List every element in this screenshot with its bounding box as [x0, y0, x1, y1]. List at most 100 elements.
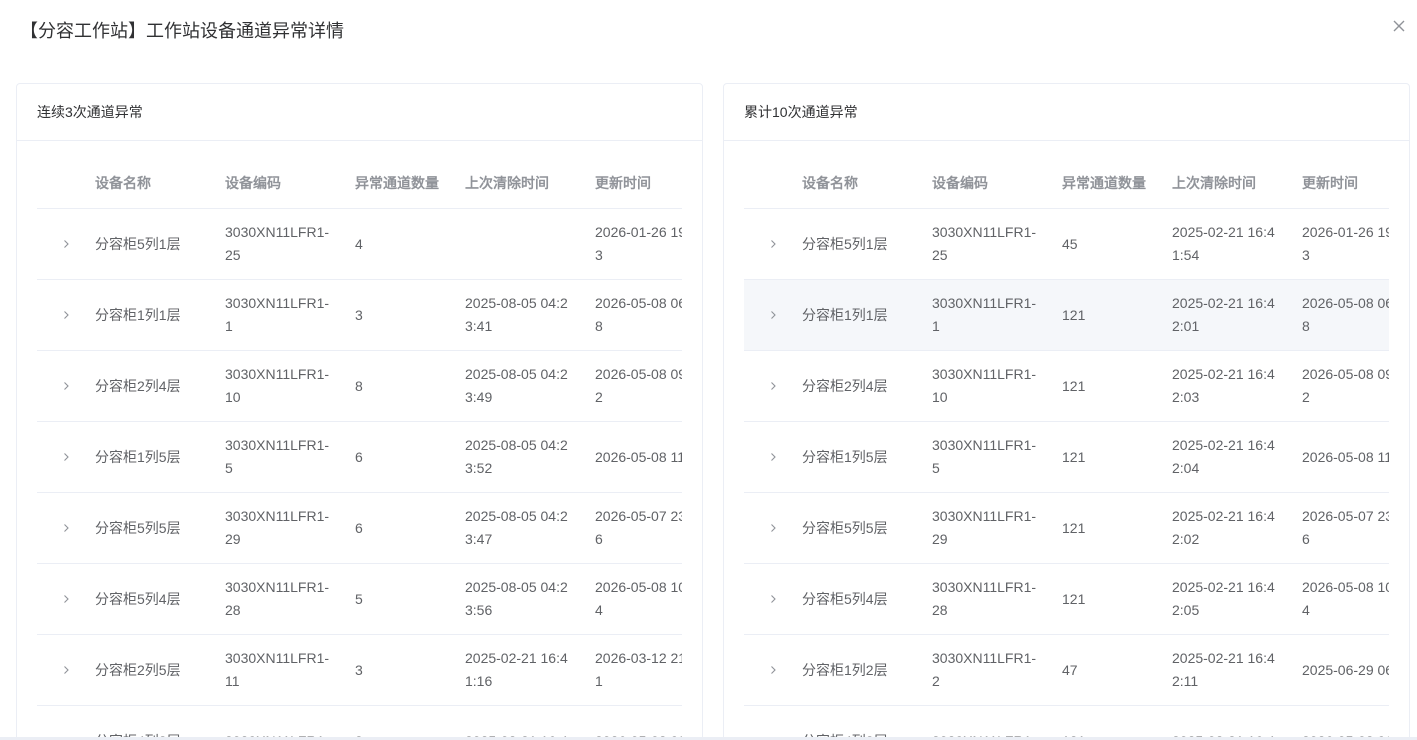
cell-updated: 2026-05-08 09 2 — [595, 366, 682, 405]
table-body: 分容柜5列1层 3030XN11LFR1- 25 4 2026-01-26 19 3 分容柜… — [37, 209, 682, 740]
cell-count: 3 — [355, 661, 363, 678]
cell-cleared: 2025-02-21 16:4 1:54 — [1172, 224, 1275, 263]
cell-updated: 2026-01-26 19 3 — [1302, 224, 1389, 263]
table-body: 分容柜5列1层 3030XN11LFR1- 25 45 2025-02-21 16:4 1… — [744, 209, 1389, 740]
cell-code: 3030XN11LFR1- 2 — [932, 650, 1037, 689]
cell-name: 分容柜2列4层 — [802, 377, 888, 394]
cell-name: 分容柜5列4层 — [95, 590, 181, 607]
cell-count: 121 — [1062, 448, 1086, 465]
table-row[interactable]: 分容柜5列1层 3030XN11LFR1- 25 4 2026-01-26 19 3 — [37, 209, 682, 280]
table-row[interactable]: 分容柜5列4层 3030XN11LFR1- 28 5 2025-08-05 04:2 3:… — [37, 564, 682, 635]
panel-title: 累计10次通道异常 — [744, 104, 858, 120]
chevron-right-icon[interactable] — [37, 280, 95, 351]
cell-count: 121 — [1062, 306, 1086, 323]
expand-cell — [744, 635, 802, 706]
expand-cell — [744, 422, 802, 493]
cell-code: 3030XN11LFR1- 5 — [225, 437, 330, 476]
cell-count: 47 — [1062, 661, 1078, 678]
cell-updated: 2026-05-07 23 6 — [1302, 508, 1389, 547]
th-code: 设备编码 — [932, 175, 988, 191]
th-count: 异常通道数量 — [1062, 175, 1146, 191]
expand-cell — [744, 209, 802, 280]
cell-name: 分容柜2列5层 — [95, 661, 181, 678]
cell-count: 4 — [355, 235, 363, 252]
cell-code: 3030XN11LFR1- 5 — [932, 437, 1037, 476]
th-updated: 更新时间 — [1302, 175, 1358, 191]
cell-cleared: 2025-02-21 16:4 2:11 — [1172, 650, 1275, 689]
th-expand — [37, 158, 95, 208]
table-row[interactable]: 分容柜2列4层 3030XN11LFR1- 10 8 2025-08-05 04:2 3:… — [37, 351, 682, 422]
table-row[interactable]: 分容柜5列1层 3030XN11LFR1- 25 45 2025-02-21 16:4 1… — [744, 209, 1389, 280]
table-row[interactable]: 分容柜4列2层3030XN11LFR1-1212025-02-21 16:420… — [744, 706, 1389, 740]
panel-header: 连续3次通道异常 — [17, 84, 702, 141]
chevron-right-icon[interactable] — [37, 706, 95, 740]
cell-count: 6 — [355, 448, 363, 465]
expand-cell — [744, 706, 802, 740]
cell-cleared: 2025-02-21 16:4 1:16 — [465, 650, 568, 689]
table-row[interactable]: 分容柜1列5层 3030XN11LFR1- 5 6 2025-08-05 04:2 3:5… — [37, 422, 682, 493]
expand-cell — [37, 493, 95, 564]
cell-count: 6 — [355, 519, 363, 536]
cell-count: 5 — [355, 590, 363, 607]
chevron-right-icon[interactable] — [744, 493, 802, 564]
table-row[interactable]: 分容柜1列2层 3030XN11LFR1- 2 47 2025-02-21 16:4 2:… — [744, 635, 1389, 706]
chevron-right-icon[interactable] — [37, 422, 95, 493]
cell-code: 3030XN11LFR1- 28 — [225, 579, 330, 618]
cell-code: 3030XN11LFR1- 11 — [225, 650, 330, 689]
th-name: 设备名称 — [802, 175, 858, 191]
table-row[interactable]: 分容柜1列1层 3030XN11LFR1- 1 121 2025-02-21 16:4 2… — [744, 280, 1389, 351]
cell-cleared: 2025-08-05 04:2 3:49 — [465, 366, 568, 405]
cell-cleared: 2025-08-05 04:2 3:56 — [465, 579, 568, 618]
table-row[interactable]: 分容柜1列1层 3030XN11LFR1- 1 3 2025-08-05 04:2 3:4… — [37, 280, 682, 351]
table-header: 设备名称 设备编码 异常通道数量 上次清除时间 更新时间 — [37, 141, 682, 209]
table-row[interactable]: 分容柜1列5层 3030XN11LFR1- 5 121 2025-02-21 16:4 2… — [744, 422, 1389, 493]
cell-name: 分容柜5列5层 — [802, 519, 888, 536]
cell-cleared: 2025-02-21 16:4 2:02 — [1172, 508, 1275, 547]
expand-cell — [37, 209, 95, 280]
chevron-right-icon[interactable] — [37, 209, 95, 280]
th-expand — [744, 158, 802, 208]
cell-cleared: 2025-02-21 16:4 2:04 — [1172, 437, 1275, 476]
cell-name: 分容柜5列4层 — [802, 590, 888, 607]
table-row[interactable]: 分容柜4列2层3030XN11LFR1-32025-02-21 16:42026… — [37, 706, 682, 740]
expand-cell — [37, 280, 95, 351]
chevron-right-icon[interactable] — [37, 635, 95, 706]
cell-name: 分容柜1列2层 — [802, 661, 888, 678]
chevron-right-icon[interactable] — [744, 209, 802, 280]
cell-name: 分容柜5列1层 — [802, 235, 888, 252]
expand-cell — [37, 351, 95, 422]
table-row[interactable]: 分容柜5列4层 3030XN11LFR1- 28 121 2025-02-21 16:4… — [744, 564, 1389, 635]
cell-updated: 2026-05-08 09 2 — [1302, 366, 1389, 405]
cell-name: 分容柜5列5层 — [95, 519, 181, 536]
chevron-right-icon[interactable] — [744, 422, 802, 493]
cell-cleared: 2025-02-21 16:4 2:03 — [1172, 366, 1275, 405]
cell-cleared: 2025-08-05 04:2 3:47 — [465, 508, 568, 547]
chevron-right-icon[interactable] — [37, 351, 95, 422]
chevron-right-icon[interactable] — [37, 493, 95, 564]
cell-updated: 2026-05-08 10 4 — [1302, 579, 1389, 618]
th-cleared: 上次清除时间 — [1172, 175, 1256, 191]
close-icon[interactable] — [1391, 18, 1407, 34]
expand-cell — [37, 564, 95, 635]
expand-cell — [744, 280, 802, 351]
table-row[interactable]: 分容柜5列5层 3030XN11LFR1- 29 121 2025-02-21 16:4… — [744, 493, 1389, 564]
th-code: 设备编码 — [225, 175, 281, 191]
cell-code: 3030XN11LFR1- 1 — [932, 295, 1037, 334]
table-row[interactable]: 分容柜2列4层 3030XN11LFR1- 10 121 2025-02-21 16:4… — [744, 351, 1389, 422]
cell-cleared: 2025-08-05 04:2 3:52 — [465, 437, 568, 476]
cell-code: 3030XN11LFR1- 1 — [225, 295, 330, 334]
chevron-right-icon[interactable] — [37, 564, 95, 635]
th-cleared: 上次清除时间 — [465, 175, 549, 191]
cell-updated: 2026-05-08 11 — [1302, 448, 1389, 465]
cell-name: 分容柜5列1层 — [95, 235, 181, 252]
cell-cleared: 2025-02-21 16:4 2:05 — [1172, 579, 1275, 618]
table-row[interactable]: 分容柜5列5层 3030XN11LFR1- 29 6 2025-08-05 04:2 3:… — [37, 493, 682, 564]
chevron-right-icon[interactable] — [744, 564, 802, 635]
chevron-right-icon[interactable] — [744, 706, 802, 740]
table-row[interactable]: 分容柜2列5层 3030XN11LFR1- 11 3 2025-02-21 16:4 1:… — [37, 635, 682, 706]
chevron-right-icon[interactable] — [744, 280, 802, 351]
chevron-right-icon[interactable] — [744, 635, 802, 706]
table: 设备名称 设备编码 异常通道数量 上次清除时间 更新时间 分容柜5列1层 3030… — [744, 141, 1389, 740]
cell-name: 分容柜1列1层 — [802, 306, 888, 323]
chevron-right-icon[interactable] — [744, 351, 802, 422]
